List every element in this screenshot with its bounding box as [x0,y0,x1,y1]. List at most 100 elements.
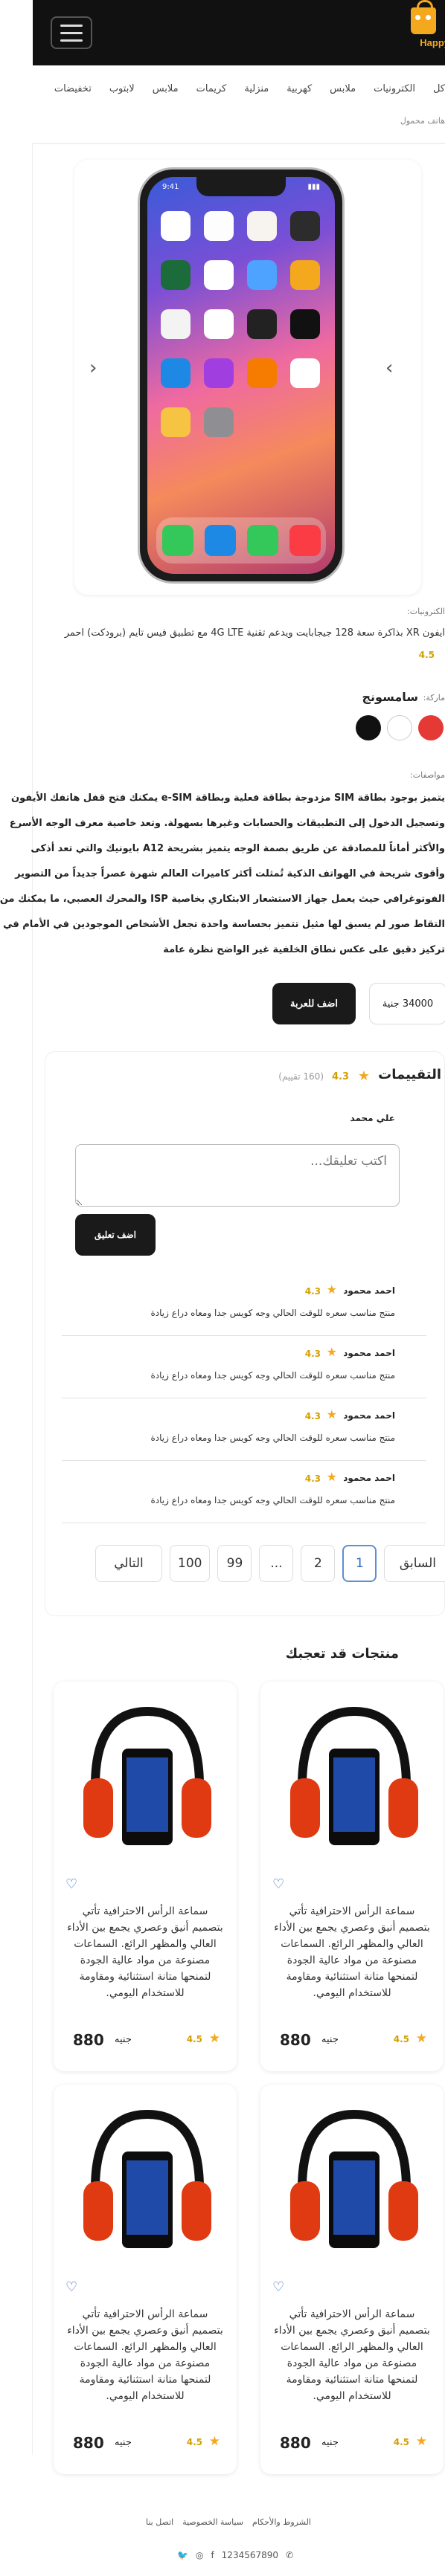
star-icon: ★ [357,1068,370,1084]
phone-app-icon [161,525,193,556]
product-card[interactable]: ♡ سماعة الرأس الاحترافية تأتي بتصميم أني… [260,2085,444,2474]
footer-link-terms[interactable]: الشروط والأحكام [252,2517,311,2527]
star-icon: ★ [208,2031,220,2046]
pagination-page[interactable]: 2 [301,1545,336,1582]
spec-line: يتميز بوجود بطاقة SIM مزدوجة بطاقة فعلية… [11,793,445,804]
menu-line [60,24,83,27]
settings-app-icon [204,407,234,437]
divider [33,143,445,144]
pagination-page[interactable]: 100 [170,1545,211,1582]
spec-line: تركيز دقيق على عكس نطاق الخلفية غير الوا… [163,944,445,955]
reviewer-name: احمد محمود [343,1285,395,1296]
current-user-name: علي محمد [350,1113,395,1123]
phone-screen: 9:41 ▮▮▮ [147,177,335,574]
photos-app-icon [247,211,277,241]
maps-app-icon [161,260,191,290]
footer-contact: 🐦 ◎ f 1234567890 ✆ [177,2550,293,2560]
headphones-image [83,2109,211,2248]
spec-line: والأكثر أماناً للمصادقة عن طريق بصمة الو… [31,843,445,854]
heart-icon[interactable]: ♡ [272,2279,284,2295]
add-to-cart-button[interactable]: اضف للعربة [272,983,356,1024]
heart-icon[interactable]: ♡ [65,1876,77,1892]
reviewer-name: احمد محمود [343,1473,395,1483]
headphones-image [290,2109,418,2248]
product-price: 34000 جنية [369,983,445,1024]
reminders-app-icon [204,309,234,339]
product-card-description: سماعة الرأس الاحترافية تأتي بتصميم أنيق … [274,1905,430,1999]
menu-line [60,39,83,42]
heart-icon[interactable]: ♡ [65,2279,77,2295]
chevron-right-icon[interactable]: › [385,357,393,379]
divider [32,143,33,2455]
spec-line: وأقوى شريحة في الهواتف الذكية تُمثلت أكث… [15,868,445,879]
product-card[interactable]: ♡ سماعة الرأس الاحترافية تأتي بتصميم أني… [54,1682,237,2071]
heart-icon[interactable]: ♡ [272,1876,284,1892]
color-swatch-black[interactable] [356,715,381,740]
product-card-rating: 4.5 [393,2034,409,2044]
category-link[interactable]: كهربية [286,83,312,106]
wallet-app-icon [161,407,191,437]
instagram-icon[interactable]: ◎ [196,2550,203,2560]
pagination-page[interactable]: 99 [217,1545,252,1582]
related-products-title: منتجات قد تعجبك [285,1646,399,1662]
category-link[interactable]: لابتوب [109,83,135,106]
weather-app-icon [247,260,277,290]
review-text: منتج مناسب سعره للوقت الحالي وجه كويس جد… [150,1308,395,1318]
footer-link-contact[interactable]: اتصل بنا [146,2517,173,2527]
review-score: 4.3 [304,1473,321,1484]
review-item: احمد محمود ★ 4.3 منتج مناسب سعره للوقت ا… [62,1400,426,1461]
footer-links: الشروط والأحكام سياسة الخصوصية اتصل بنا [146,2517,311,2527]
category-link[interactable]: تخفيضات [54,83,92,106]
product-brand: سامسونج [362,690,419,704]
top-header: Happy [33,0,445,65]
page: Happy كل الكترونيات ملابس كهربية منزلية … [0,0,445,2576]
brand-label: ماركة: [423,693,445,703]
home-app-icon [290,260,320,290]
category-link[interactable]: كريمات [196,83,227,106]
category-link[interactable]: ملابس [153,83,179,106]
itunes-app-icon [204,358,234,388]
chevron-left-icon[interactable]: ‹ [89,357,97,379]
pagination-ellipsis: ... [259,1545,294,1582]
color-swatch-red[interactable] [418,715,444,740]
music-app-icon [289,525,321,556]
brand-logo[interactable]: Happy [405,0,445,57]
pagination-next-button[interactable]: التالي [95,1545,162,1582]
category-link[interactable]: ملابس [330,83,356,106]
review-text: منتج مناسب سعره للوقت الحالي وجه كويس جد… [150,1433,395,1443]
pagination-page[interactable]: 1 [342,1545,377,1582]
color-swatch-white[interactable] [387,715,412,740]
footer-link-privacy[interactable]: سياسة الخصوصية [182,2517,243,2527]
review-score: 4.3 [304,1286,321,1297]
facebook-icon[interactable]: f [211,2550,214,2560]
camera-app-icon [290,211,320,241]
comment-input[interactable] [75,1144,400,1207]
health-app-icon [290,358,320,388]
product-card-price: 880 [280,2031,311,2049]
star-icon: ★ [326,1470,337,1484]
reviewer-name: احمد محمود [343,1410,395,1421]
add-comment-button[interactable]: اضف تعليق [75,1214,156,1256]
product-card-rating: 4.5 [393,2437,409,2447]
specs-label: مواصفات: [410,770,445,780]
category-link[interactable]: الكترونيات [374,83,415,106]
twitter-icon[interactable]: 🐦 [177,2550,188,2560]
shopping-bag-icon [411,0,436,34]
menu-line [60,31,83,34]
messages-app-icon [246,525,278,556]
tv-app-icon [290,309,320,339]
product-card-price: 880 [73,2434,104,2452]
star-icon: ★ [326,1407,337,1421]
category-link[interactable]: كل [433,83,445,106]
product-card-price: 880 [280,2434,311,2452]
review-item: احمد محمود ★ 4.3 منتج مناسب سعره للوقت ا… [62,1275,426,1336]
phone-dock [156,517,326,564]
category-link[interactable]: منزلية [244,83,269,106]
menu-toggle-button[interactable] [51,16,92,49]
subcategory-label[interactable]: هاتف محمول [400,116,445,126]
reviews-panel: التقييمات ★ 4.3 (160 تقييم) علي محمد اضف… [45,1051,445,1616]
pagination-prev-button[interactable]: السابق [384,1545,445,1582]
product-card[interactable]: ♡ سماعة الرأس الاحترافية تأتي بتصميم أني… [54,2085,237,2474]
star-icon: ★ [415,2031,427,2046]
product-card[interactable]: ♡ سماعة الرأس الاحترافية تأتي بتصميم أني… [260,1682,444,2071]
